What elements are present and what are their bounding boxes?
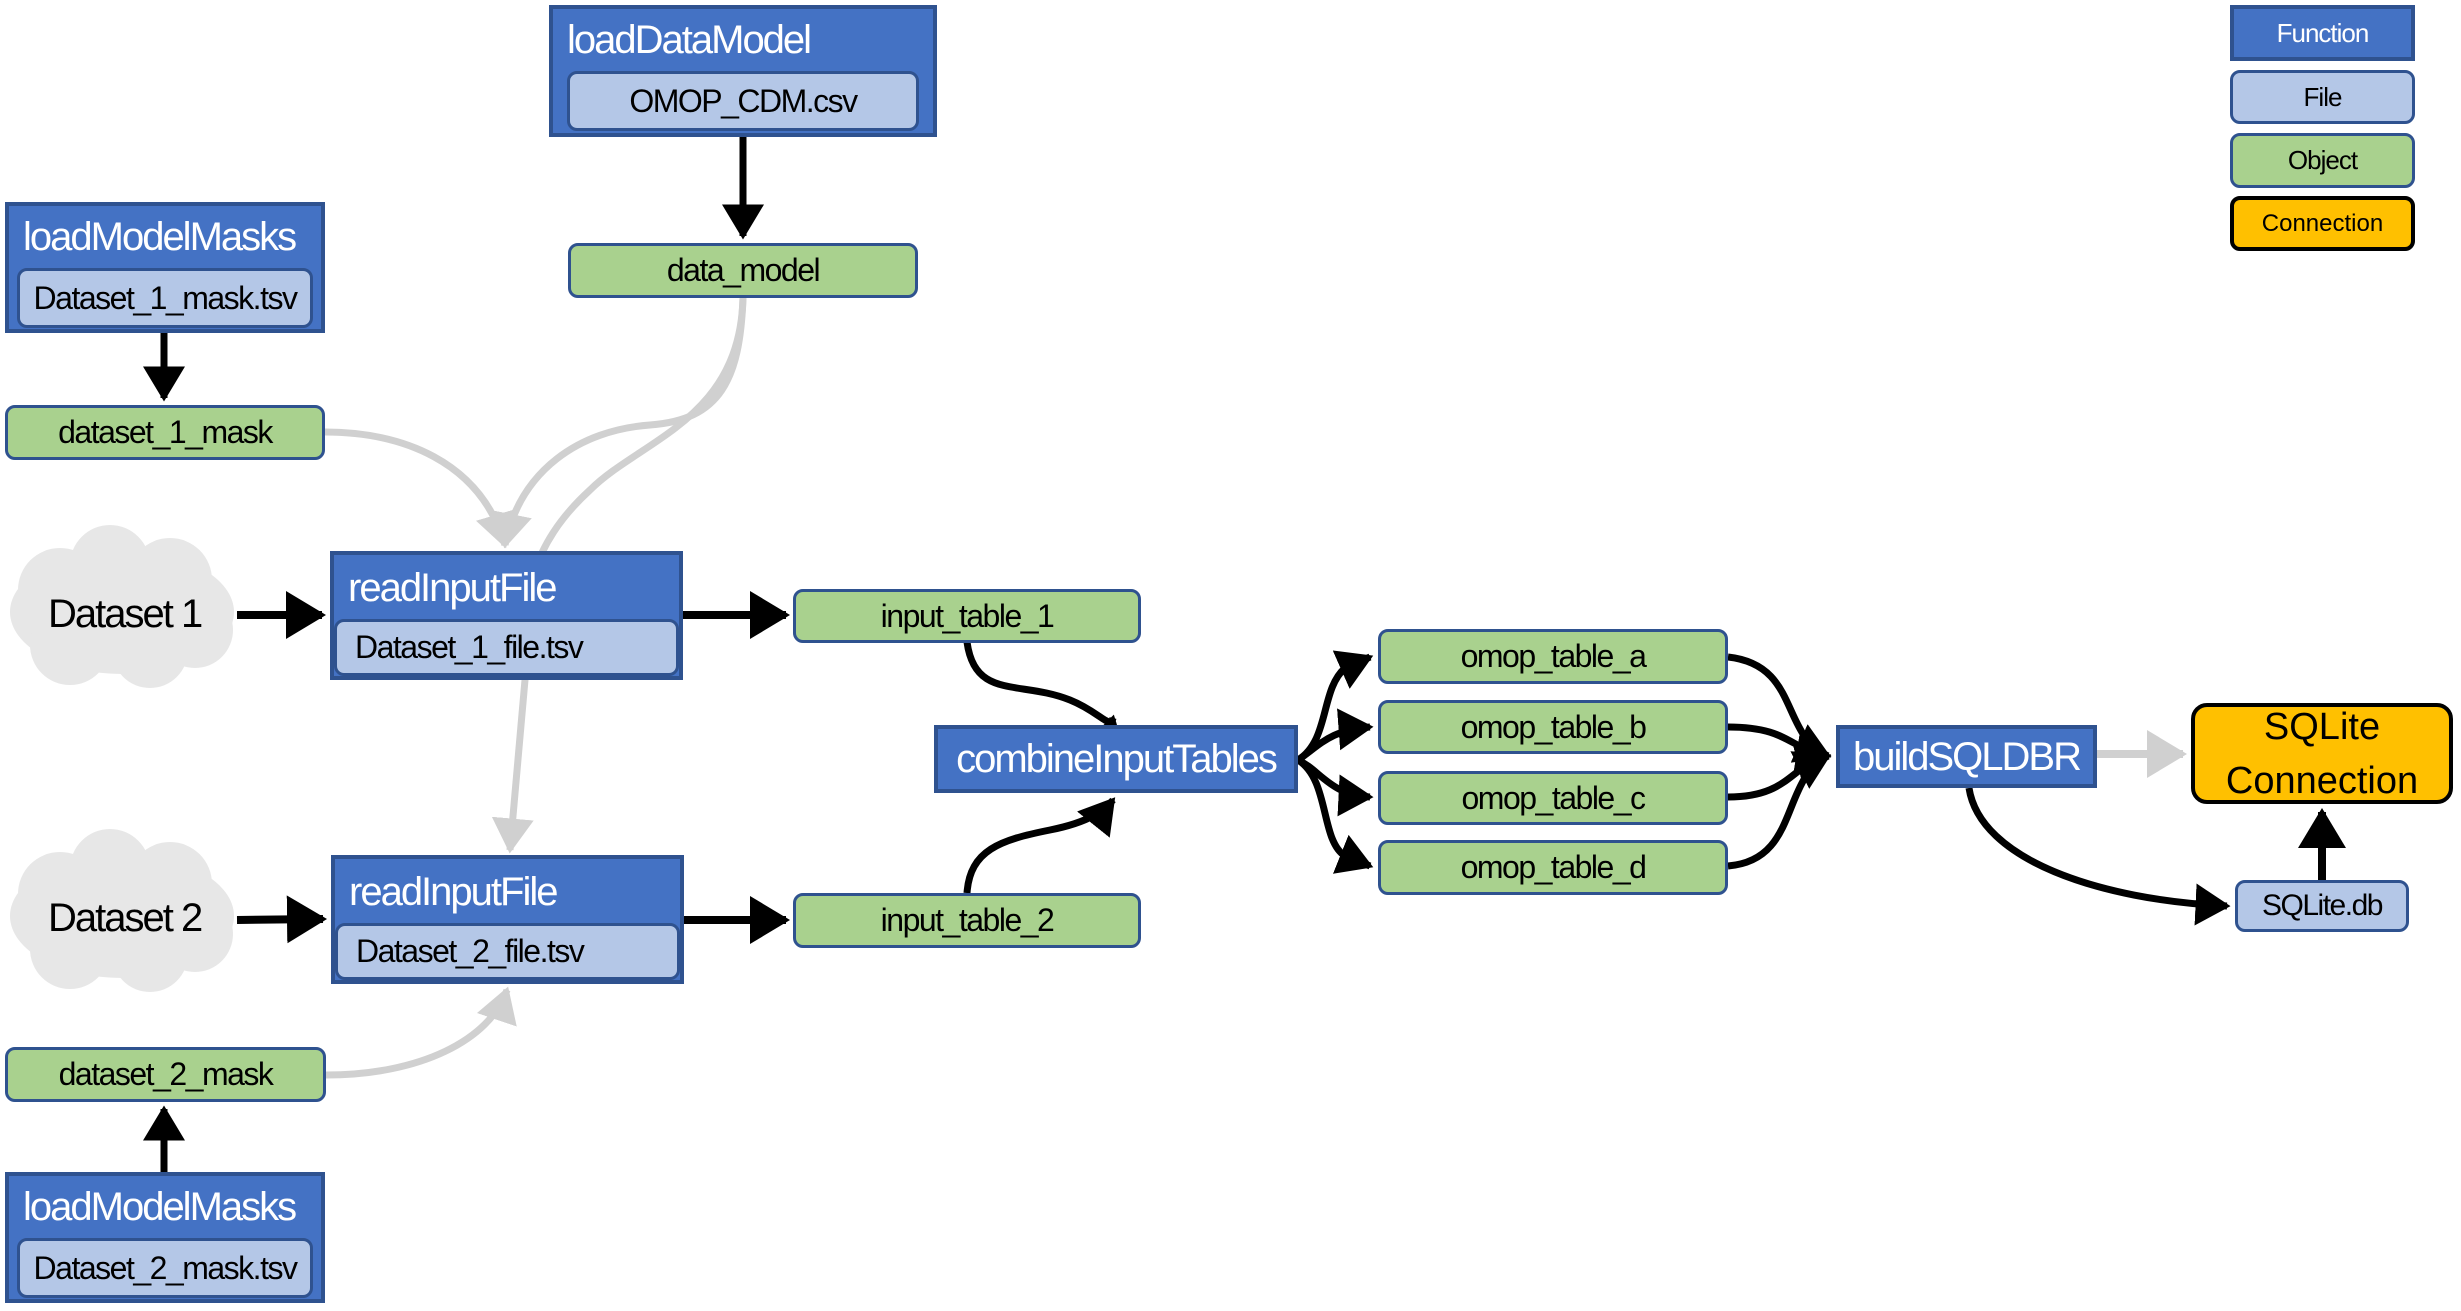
dataset-1-label: Dataset 1 <box>48 592 203 636</box>
edge-dataset-2-mask-to-read-input-file-2 <box>325 986 517 1079</box>
legend-connection-label: Connection <box>2261 209 2384 237</box>
omop-table-c-object[interactable]: omop_table_c <box>1378 771 1728 825</box>
load-data-model-title: loadDataModel <box>567 18 812 62</box>
legend-object-label: Object <box>2287 145 2358 175</box>
build-sqldbr-title: buildSQLDBR <box>1852 734 2082 779</box>
edge-omop-d-to-build <box>1727 751 1832 870</box>
omop-cdm-file[interactable]: OMOP_CDM.csv <box>567 71 919 131</box>
read-input-file-2-title: readInputFile <box>349 870 558 914</box>
input-table-1-object[interactable]: input_table_1 <box>793 589 1141 643</box>
edge-combine-to-omop-a <box>1295 650 1374 763</box>
data-model-object[interactable]: data_model <box>568 243 918 298</box>
combine-input-tables-title: combineInputTables <box>956 737 1278 781</box>
legend-function-label: Function <box>2276 17 2370 48</box>
build-sqldbr-function[interactable]: buildSQLDBR <box>1836 725 2097 788</box>
read-input-file-2-function[interactable]: readInputFile Dataset_2_file.tsv <box>331 855 684 984</box>
edge-combine-to-omop-d <box>1295 757 1374 874</box>
read-input-file-1-title: readInputFile <box>348 566 557 610</box>
dataset-2-mask-file[interactable]: Dataset_2_mask.tsv <box>17 1238 313 1298</box>
edge-data-model-to-read-input-file-1 <box>490 297 747 549</box>
legend-file-label: File <box>2303 81 2343 112</box>
load-model-masks-2-function[interactable]: loadModelMasks Dataset_2_mask.tsv <box>5 1172 325 1303</box>
read-input-file-1-function[interactable]: readInputFile Dataset_1_file.tsv <box>330 551 683 680</box>
edge-combine-to-omop-b <box>1296 708 1374 763</box>
load-model-masks-1-title: loadModelMasks <box>23 215 297 259</box>
edge-input-table-1-to-combine <box>963 641 1126 754</box>
dataset-2-mask-object[interactable]: dataset_2_mask <box>5 1047 326 1102</box>
legend-file: File <box>2230 70 2415 124</box>
sqlite-connection-line1: SQLite <box>2263 705 2381 748</box>
edge-omop-a-to-build <box>1727 653 1832 763</box>
combine-input-tables-function[interactable]: combineInputTables <box>934 725 1298 793</box>
dataset-2-label: Dataset 2 <box>48 896 203 940</box>
dataset-1-mask-file[interactable]: Dataset_1_mask.tsv <box>17 268 313 328</box>
dataset-2-file[interactable]: Dataset_2_file.tsv <box>335 923 680 980</box>
load-model-masks-2-title: loadModelMasks <box>23 1185 297 1229</box>
load-model-masks-1-function[interactable]: loadModelMasks Dataset_1_mask.tsv <box>5 202 325 333</box>
dataset-1-mask-object[interactable]: dataset_1_mask <box>5 405 325 460</box>
legend-connection: Connection <box>2230 196 2415 251</box>
sqlite-connection[interactable]: SQLite Connection <box>2191 703 2453 804</box>
omop-table-a-object[interactable]: omop_table_a <box>1378 629 1728 684</box>
legend-function: Function <box>2230 5 2415 61</box>
load-data-model-function[interactable]: loadDataModel OMOP_CDM.csv <box>549 5 937 137</box>
legend-object: Object <box>2230 133 2415 188</box>
edge-dataset-2-to-read-input-file-2 <box>236 895 327 944</box>
input-table-2-object[interactable]: input_table_2 <box>793 893 1141 948</box>
edge-omop-c-to-build <box>1727 742 1832 801</box>
sqlite-db-file[interactable]: SQLite.db <box>2235 880 2409 932</box>
edge-build-to-sqlite-db <box>1965 787 2231 926</box>
omop-table-d-object[interactable]: omop_table_d <box>1378 840 1728 895</box>
dataset-1-file[interactable]: Dataset_1_file.tsv <box>334 619 679 676</box>
sqlite-connection-line2: Connection <box>2225 759 2419 802</box>
edge-dataset-1-mask-to-read-input-file-1 <box>324 428 517 549</box>
edge-input-table-2-to-combine <box>963 797 1116 894</box>
omop-table-b-object[interactable]: omop_table_b <box>1378 700 1728 754</box>
